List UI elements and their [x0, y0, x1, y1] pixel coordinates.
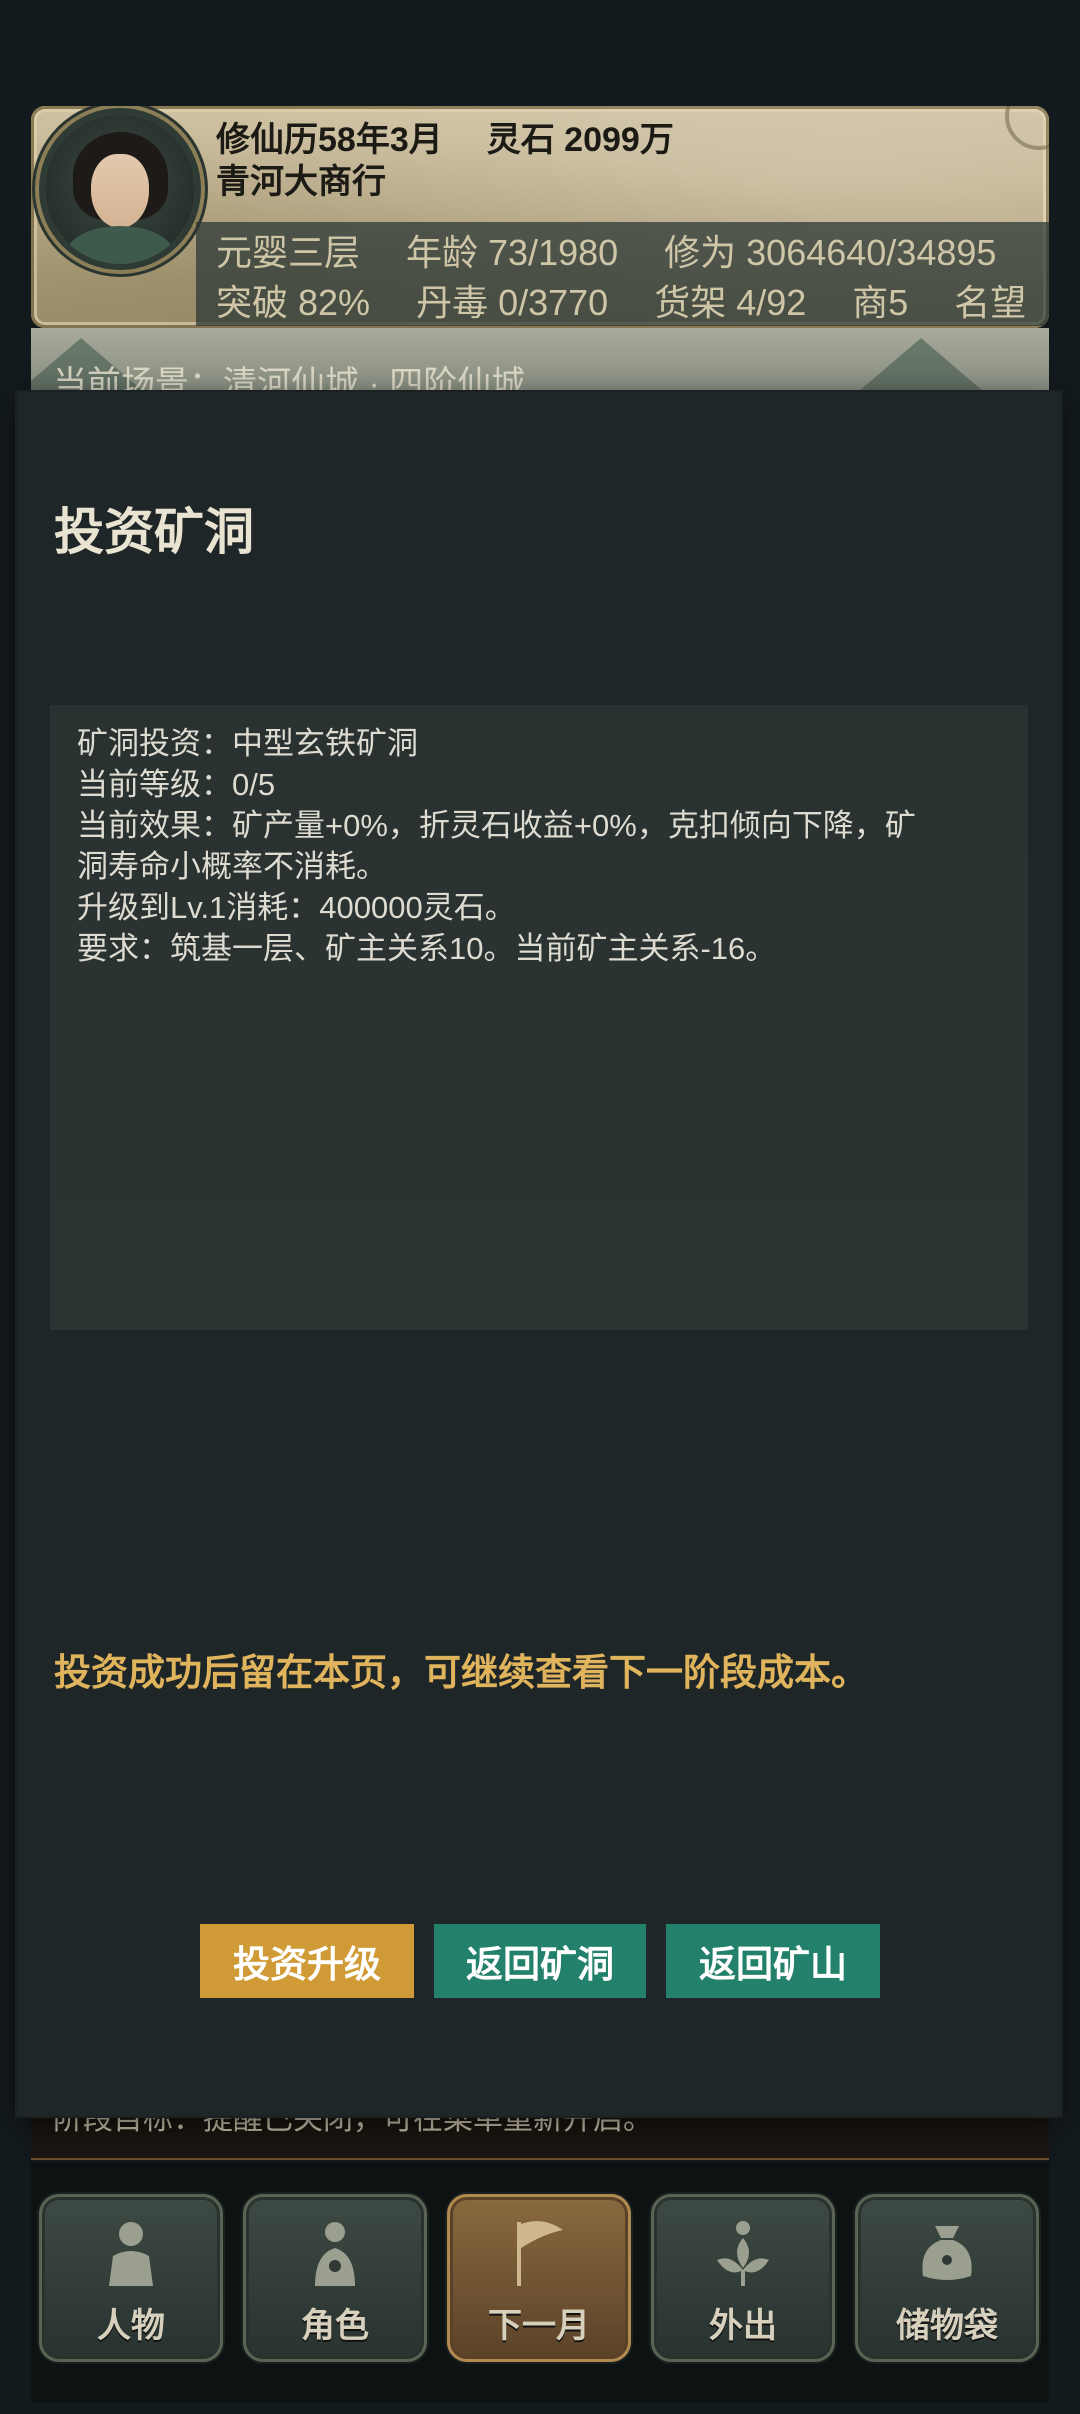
nav-character-button[interactable]: 角色: [243, 2194, 427, 2362]
avatar-face: [91, 154, 149, 228]
stats-row-1: 元婴三层 年龄 73/1980 修为 3064640/34895: [216, 224, 1042, 276]
avatar-robe: [65, 226, 175, 264]
mine-info-box: 矿洞投资：中型玄铁矿洞 当前等级：0/5 当前效果：矿产量+0%，折灵石收益+0…: [50, 705, 1028, 1330]
dialog-title: 投资矿洞: [54, 504, 254, 560]
app-root: 修仙历58年3月 灵石 2099万 青河大商行 元婴三层 年龄 73/1980 修为 …: [0, 0, 1080, 2414]
flag-icon: [517, 2221, 563, 2286]
info-mine-name: 矿洞投资：中型玄铁矿洞: [77, 726, 418, 761]
character-icon: [315, 2222, 355, 2286]
info-current-effect: 当前效果：矿产量+0%，折灵石收益+0%，克扣倾向下降，矿: [77, 808, 916, 843]
nav-label: 外出: [709, 2307, 777, 2345]
nav-outing-button[interactable]: 外出: [651, 2194, 835, 2362]
invest-mine-dialog: 投资矿洞 矿洞投资：中型玄铁矿洞 当前等级：0/5 当前效果：矿产量+0%，折灵…: [17, 392, 1061, 2116]
nav-label: 下一月: [488, 2307, 590, 2345]
merchant-stat: 商5: [852, 282, 909, 323]
info-requirements: 要求：筑基一层、矿主关系10。当前矿主关系-16。: [77, 931, 777, 966]
info-current-level: 当前等级：0/5: [77, 767, 276, 802]
return-mine-button[interactable]: 返回矿山: [666, 1924, 880, 1998]
return-cave-button[interactable]: 返回矿洞: [434, 1924, 646, 1998]
nav-person-button[interactable]: 人物: [39, 2194, 223, 2362]
nav-storage-bag-button[interactable]: 储物袋: [855, 2194, 1039, 2362]
invest-notice: 投资成功后留在本页，可继续查看下一阶段成本。: [54, 1652, 868, 1693]
nav-label: 角色: [301, 2307, 369, 2345]
spirit-stone-count: 灵石 2099万: [486, 121, 674, 159]
age-stat: 年龄 73/1980: [406, 232, 619, 273]
nav-label: 储物袋: [896, 2307, 998, 2345]
stats-row-2: 突破 82% 丹毒 0/3770 货架 4/92 商5 名望: [216, 274, 1049, 326]
bag-icon: [922, 2226, 972, 2280]
lotus-icon: [717, 2221, 769, 2286]
nav-next-month-button[interactable]: 下一月: [447, 2194, 631, 2362]
person-icon: [109, 2222, 153, 2286]
invest-upgrade-button[interactable]: 投资升级: [200, 1924, 414, 1998]
bottom-nav: 人物 角色 下一月 外出 储物袋: [31, 2162, 1049, 2402]
status-header: 修仙历58年3月 灵石 2099万 青河大商行 元婴三层 年龄 73/1980 修为 …: [31, 106, 1049, 328]
shelf-stat: 货架 4/92: [654, 282, 807, 323]
mountain-shape: [851, 338, 991, 398]
info-upgrade-cost: 升级到Lv.1消耗：400000灵石。: [77, 890, 516, 925]
avatar[interactable]: [45, 114, 195, 264]
nav-label: 人物: [97, 2307, 165, 2345]
pill-toxin-stat: 丹毒 0/3770: [416, 282, 609, 323]
shop-name: 青河大商行: [216, 163, 386, 201]
scene-banner: 当前场景：清河仙城 · 四阶仙城: [31, 328, 1049, 398]
cultivation-stat: 修为 3064640/34895: [664, 232, 997, 273]
realm-stat: 元婴三层: [216, 232, 361, 273]
breakthrough-stat: 突破 82%: [216, 282, 371, 323]
reputation-stat: 名望: [954, 282, 1027, 323]
info-current-effect-cont: 洞寿命小概率不消耗。: [77, 849, 387, 884]
